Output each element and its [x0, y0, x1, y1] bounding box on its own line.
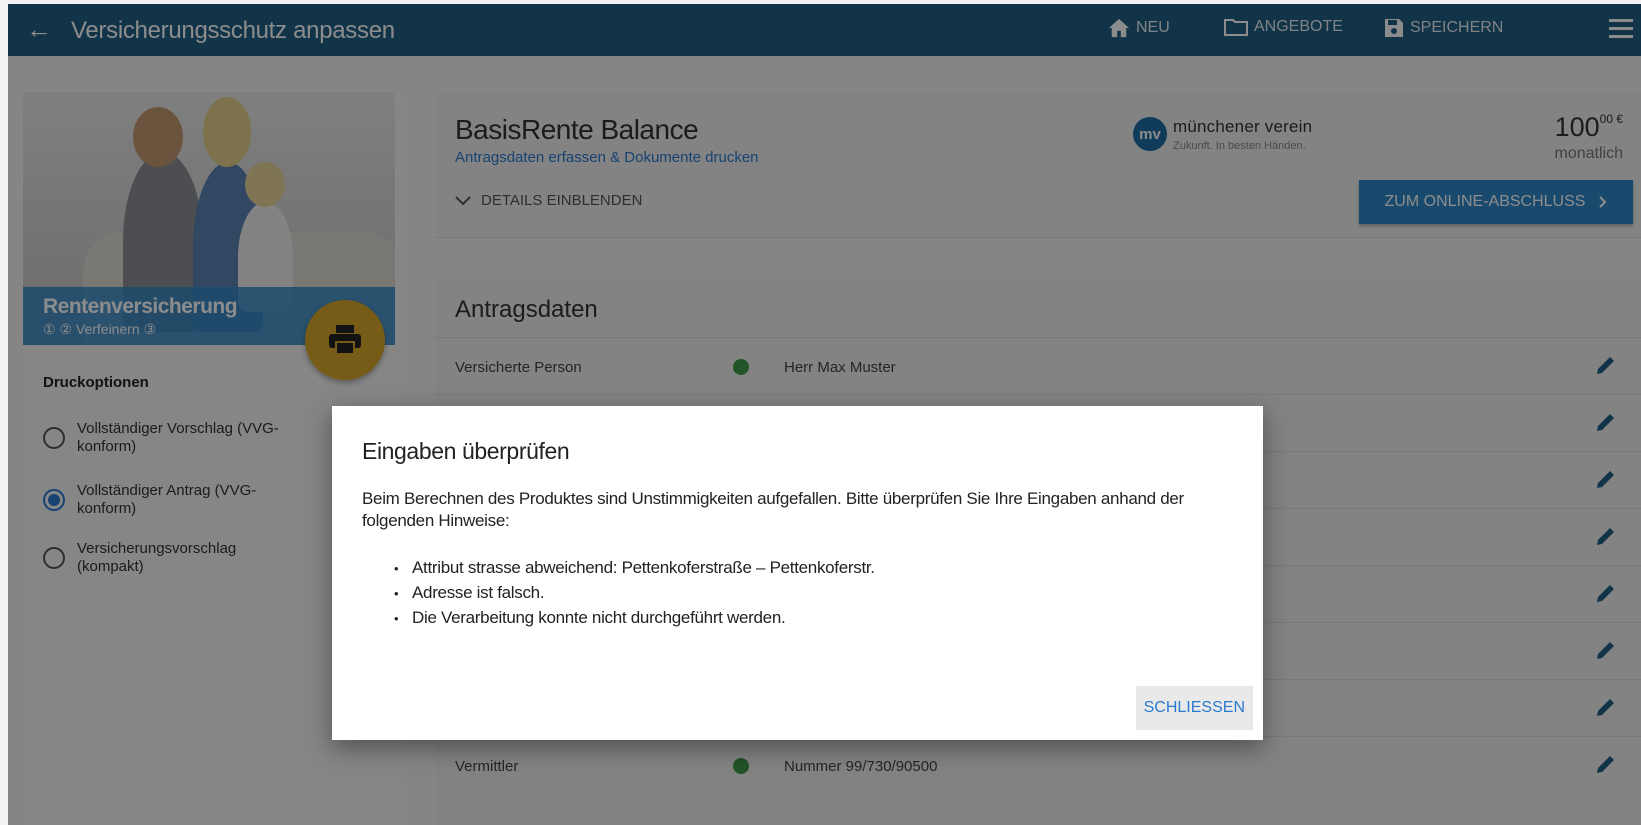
list-item: Adresse ist falsch. [394, 581, 875, 606]
list-item: Die Verarbeitung konnte nicht durchgefüh… [394, 606, 875, 631]
validation-dialog: Eingaben überprüfen Beim Berechnen des P… [332, 406, 1263, 740]
dialog-hint-list: Attribut strasse abweichend: Pettenkofer… [394, 556, 875, 631]
dialog-message: Beim Berechnen des Produktes sind Unstim… [362, 489, 1184, 530]
close-button[interactable]: SCHLIEßEN [1135, 686, 1253, 730]
dialog-title: Eingaben überprüfen [362, 438, 570, 464]
list-item: Attribut strasse abweichend: Pettenkofer… [394, 556, 875, 581]
app-frame: ← Versicherungsschutz anpassen NEU ANGEB… [8, 4, 1641, 825]
